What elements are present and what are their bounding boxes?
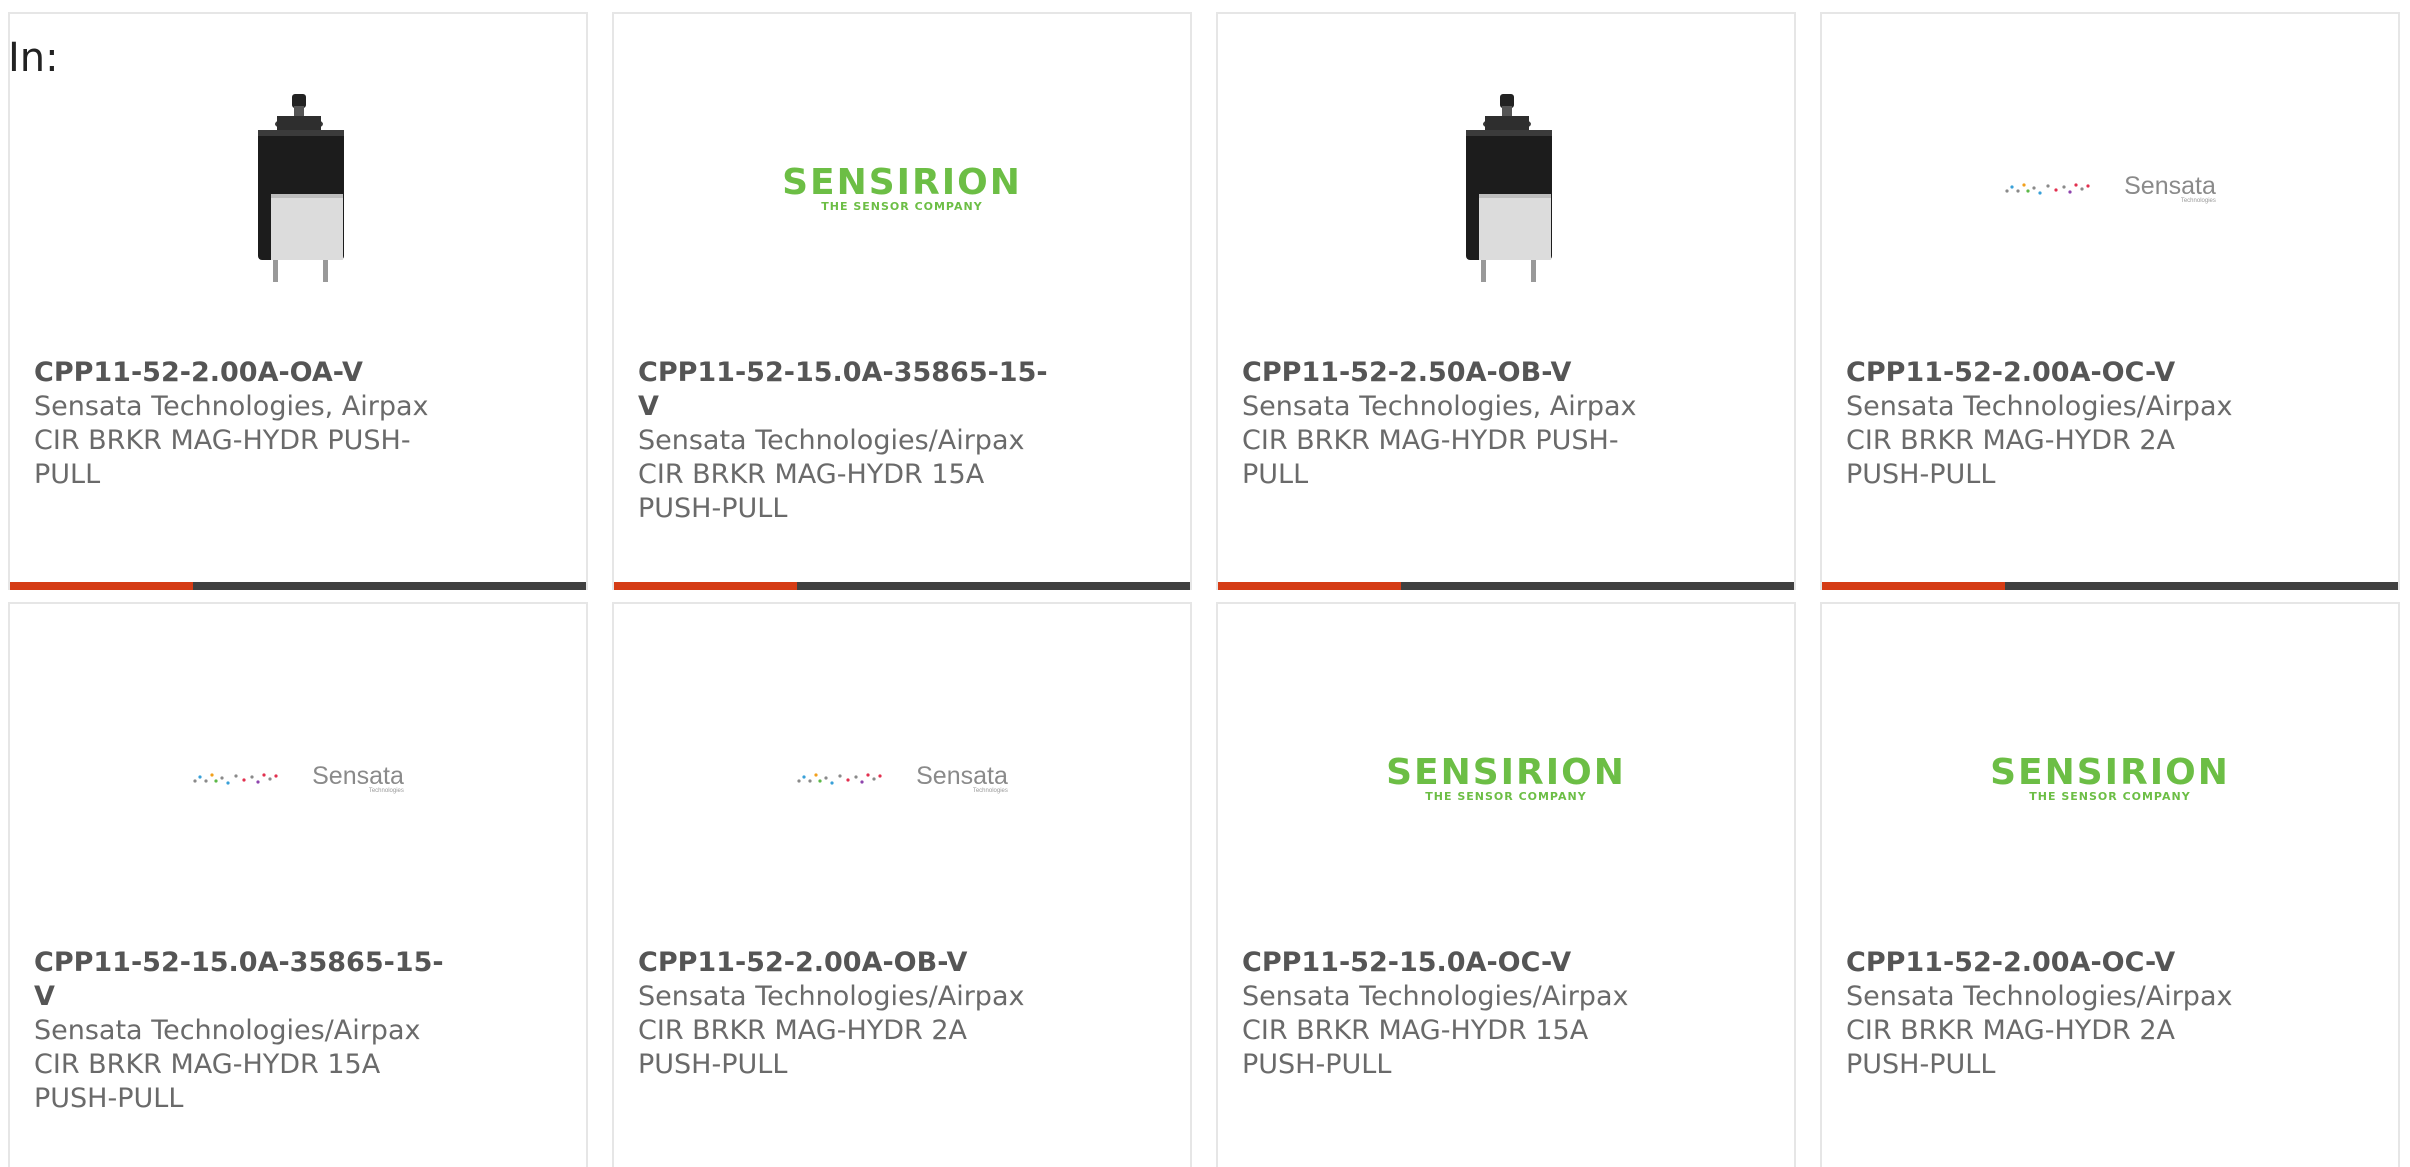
description: CIR BRKR MAG-HYDR 15A PUSH-PULL (34, 1049, 381, 1114)
description: CIR BRKR MAG-HYDR 2A PUSH-PULL (638, 1015, 968, 1080)
product-card[interactable]: Sensata Technologies CPP11-52-15.0A-3586… (8, 602, 588, 1167)
sensirion-logo: SENSIRION THE SENSOR COMPANY (1990, 752, 2230, 803)
product-text: CPP11-52-2.00A-OC-V Sensata Technologies… (1846, 946, 2266, 1082)
product-text: CPP11-52-15.0A-35865-15-V Sensata Techno… (638, 356, 1058, 526)
card-bar-accent (1822, 582, 2005, 590)
filter-label: In: (8, 35, 59, 81)
card-bar (1822, 582, 2398, 590)
product-card[interactable]: Sensata Technologies CPP11-52-2.00A-OC-V… (1820, 12, 2400, 590)
part-number-link[interactable]: CPP11-52-15.0A-35865-15-V (638, 356, 1058, 424)
product-image: SENSIRION THE SENSOR COMPANY (1218, 664, 1794, 894)
sensata-logo: Sensata Technologies (2004, 174, 2216, 204)
circuit-breaker-icon (1466, 94, 1552, 282)
product-grid-page: In: CPP11-52-2.00A-OA-V Sensata Technolo… (0, 0, 2410, 1167)
part-number-link[interactable]: CPP11-52-2.00A-OB-V (638, 946, 1058, 980)
card-bar (10, 582, 586, 590)
product-card[interactable]: SENSIRION THE SENSOR COMPANY CPP11-52-15… (612, 12, 1192, 590)
part-number-link[interactable]: CPP11-52-2.00A-OC-V (1846, 946, 2266, 980)
product-card[interactable]: CPP11-52-2.00A-OA-V Sensata Technologies… (8, 12, 588, 590)
sensata-logo: Sensata Technologies (192, 764, 404, 794)
manufacturer: Sensata Technologies/Airpax (638, 425, 1025, 456)
manufacturer: Sensata Technologies, Airpax (1242, 391, 1637, 422)
sensata-dots-icon (193, 773, 278, 785)
product-image (1218, 74, 1794, 304)
product-image: SENSIRION THE SENSOR COMPANY (1822, 664, 2398, 894)
card-bar (614, 582, 1190, 590)
card-bar (1218, 582, 1794, 590)
product-card[interactable]: SENSIRION THE SENSOR COMPANY CPP11-52-15… (1216, 602, 1796, 1167)
sensata-dots-icon (2005, 183, 2090, 195)
product-image: Sensata Technologies (614, 664, 1190, 894)
product-text: CPP11-52-2.00A-OB-V Sensata Technologies… (638, 946, 1058, 1082)
sensata-logo: Sensata Technologies (796, 764, 1008, 794)
product-image: Sensata Technologies (10, 664, 586, 894)
product-image (10, 74, 586, 304)
product-card[interactable]: SENSIRION THE SENSOR COMPANY CPP11-52-2.… (1820, 602, 2400, 1167)
product-text: CPP11-52-15.0A-OC-V Sensata Technologies… (1242, 946, 1662, 1082)
sensirion-logo: SENSIRION THE SENSOR COMPANY (1386, 752, 1626, 803)
manufacturer: Sensata Technologies/Airpax (1846, 981, 2233, 1012)
sensata-dots-icon (797, 773, 882, 785)
card-bar-accent (10, 582, 193, 590)
sensirion-logo: SENSIRION THE SENSOR COMPANY (782, 162, 1022, 213)
manufacturer: Sensata Technologies/Airpax (638, 981, 1025, 1012)
part-number-link[interactable]: CPP11-52-15.0A-35865-15-V (34, 946, 454, 1014)
description: CIR BRKR MAG-HYDR PUSH-PULL (1242, 425, 1619, 490)
circuit-breaker-icon (258, 94, 344, 282)
product-text: CPP11-52-15.0A-35865-15-V Sensata Techno… (34, 946, 454, 1116)
description: CIR BRKR MAG-HYDR 15A PUSH-PULL (638, 459, 985, 524)
description: CIR BRKR MAG-HYDR 2A PUSH-PULL (1846, 425, 2176, 490)
product-text: CPP11-52-2.50A-OB-V Sensata Technologies… (1242, 356, 1662, 492)
part-number-link[interactable]: CPP11-52-2.00A-OC-V (1846, 356, 2266, 390)
product-image: Sensata Technologies (1822, 74, 2398, 304)
card-bar-accent (1218, 582, 1401, 590)
card-bar-accent (614, 582, 797, 590)
description: CIR BRKR MAG-HYDR PUSH-PULL (34, 425, 411, 490)
manufacturer: Sensata Technologies, Airpax (34, 391, 429, 422)
product-card[interactable]: Sensata Technologies CPP11-52-2.00A-OB-V… (612, 602, 1192, 1167)
manufacturer: Sensata Technologies/Airpax (34, 1015, 421, 1046)
part-number-link[interactable]: CPP11-52-15.0A-OC-V (1242, 946, 1662, 980)
part-number-link[interactable]: CPP11-52-2.50A-OB-V (1242, 356, 1662, 390)
part-number-link[interactable]: CPP11-52-2.00A-OA-V (34, 356, 454, 390)
product-image: SENSIRION THE SENSOR COMPANY (614, 74, 1190, 304)
product-text: CPP11-52-2.00A-OA-V Sensata Technologies… (34, 356, 454, 492)
product-text: CPP11-52-2.00A-OC-V Sensata Technologies… (1846, 356, 2266, 492)
description: CIR BRKR MAG-HYDR 15A PUSH-PULL (1242, 1015, 1589, 1080)
product-card[interactable]: CPP11-52-2.50A-OB-V Sensata Technologies… (1216, 12, 1796, 590)
manufacturer: Sensata Technologies/Airpax (1242, 981, 1629, 1012)
description: CIR BRKR MAG-HYDR 2A PUSH-PULL (1846, 1015, 2176, 1080)
manufacturer: Sensata Technologies/Airpax (1846, 391, 2233, 422)
